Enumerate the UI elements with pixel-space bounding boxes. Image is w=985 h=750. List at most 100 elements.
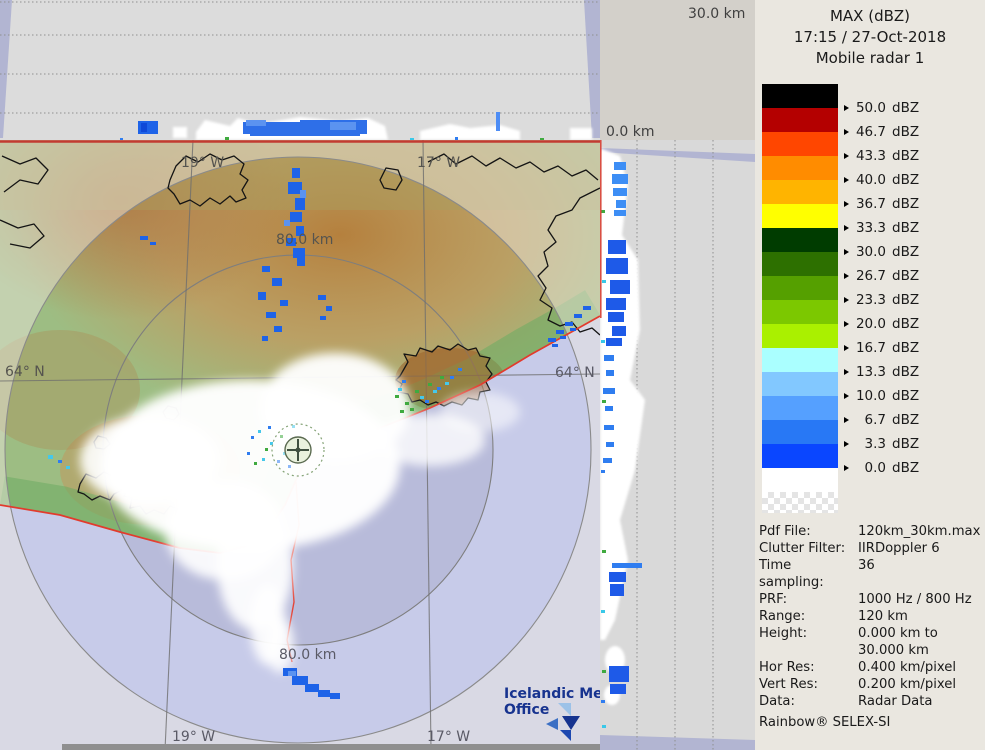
radar-map[interactable]: 19° W 17° W 80.0 km 64° N 64° N 80.0 km … bbox=[0, 140, 600, 750]
legend-swatch bbox=[762, 300, 838, 324]
software-name: Rainbow® SELEX-SI bbox=[759, 714, 981, 731]
info-row-label: PRF: bbox=[759, 591, 858, 608]
legend-swatch bbox=[762, 228, 838, 252]
legend-swatch bbox=[762, 444, 838, 468]
info-row: Time sampling:36 bbox=[759, 557, 981, 591]
info-row: Vert Res:0.200 km/pixel bbox=[759, 676, 981, 693]
map-bottom-bar bbox=[62, 744, 600, 750]
legend-label: 36.7dBZ bbox=[844, 196, 919, 212]
info-row-label: Clutter Filter: bbox=[759, 540, 858, 557]
top-profile-canvas bbox=[0, 0, 600, 140]
imo-logo: Icelandic Met Office bbox=[504, 686, 614, 742]
legend-label: 10.0dBZ bbox=[844, 388, 919, 404]
tick-arrow-icon bbox=[844, 177, 849, 183]
legend-label: 16.7dBZ bbox=[844, 340, 919, 356]
top-height-profile bbox=[0, 0, 600, 140]
product-datetime: 17:15 / 27-Oct-2018 bbox=[755, 27, 985, 48]
tick-arrow-icon bbox=[844, 417, 849, 423]
legend-label: 23.3dBZ bbox=[844, 292, 919, 308]
radar-site-marker bbox=[272, 424, 324, 476]
product-title: MAX (dBZ) bbox=[755, 6, 985, 27]
dbz-color-legend: 50.0dBZ46.7dBZ43.3dBZ40.0dBZ36.7dBZ33.3d… bbox=[762, 84, 978, 430]
legend-transparent-band bbox=[762, 492, 838, 513]
legend-label: 26.7dBZ bbox=[844, 268, 919, 284]
lon-label-top-east: 17° W bbox=[417, 155, 460, 171]
imo-logo-triangle bbox=[558, 703, 571, 716]
radar-display-window: 30.0 km 0.0 km bbox=[0, 0, 985, 750]
info-row-label: Height: bbox=[759, 625, 858, 659]
panel-title-block: MAX (dBZ) 17:15 / 27-Oct-2018 Mobile rad… bbox=[755, 6, 985, 69]
legend-swatch bbox=[762, 420, 838, 444]
tick-arrow-icon bbox=[844, 345, 849, 351]
info-row-value: 36 bbox=[858, 557, 981, 591]
legend-label: 3.3dBZ bbox=[844, 436, 919, 452]
legend-swatch bbox=[762, 276, 838, 300]
legend-label: 43.3dBZ bbox=[844, 148, 919, 164]
tick-arrow-icon bbox=[844, 369, 849, 375]
legend-swatch bbox=[762, 108, 838, 132]
range-ring-label-top: 80.0 km bbox=[276, 232, 333, 248]
legend-swatch bbox=[762, 156, 838, 180]
legend-label: 50.0dBZ bbox=[844, 100, 919, 116]
legend-label: 0.0dBZ bbox=[844, 460, 919, 476]
legend-swatch bbox=[762, 252, 838, 276]
tick-arrow-icon bbox=[844, 129, 849, 135]
info-row-label: Pdf File: bbox=[759, 523, 858, 540]
info-row-value: 120 km bbox=[858, 608, 981, 625]
info-row: PRF:1000 Hz / 800 Hz bbox=[759, 591, 981, 608]
tick-arrow-icon bbox=[844, 249, 849, 255]
info-row: Hor Res:0.400 km/pixel bbox=[759, 659, 981, 676]
info-row-value: 120km_30km.max bbox=[858, 523, 981, 540]
product-info-block: Pdf File:120km_30km.maxClutter Filter:II… bbox=[759, 523, 981, 731]
info-row-label: Range: bbox=[759, 608, 858, 625]
tick-arrow-icon bbox=[844, 297, 849, 303]
tick-arrow-icon bbox=[844, 153, 849, 159]
legend-label: 20.0dBZ bbox=[844, 316, 919, 332]
legend-swatch bbox=[762, 372, 838, 396]
info-row: Height:0.000 km to 30.000 km bbox=[759, 625, 981, 659]
tick-arrow-icon bbox=[844, 393, 849, 399]
info-row: Clutter Filter:IIRDoppler 6 bbox=[759, 540, 981, 557]
info-row-value: 0.000 km to 30.000 km bbox=[858, 625, 981, 659]
legend-swatch bbox=[762, 324, 838, 348]
profile-max-height-label: 30.0 km bbox=[688, 6, 745, 22]
info-row-value: IIRDoppler 6 bbox=[858, 540, 981, 557]
imo-logo-triangle bbox=[562, 716, 580, 730]
info-row-label: Hor Res: bbox=[759, 659, 858, 676]
imo-logo-triangle bbox=[560, 730, 571, 741]
lon-label-top-west: 19° W bbox=[181, 155, 224, 171]
legend-white-band bbox=[762, 468, 838, 492]
lat-label-left: 64° N bbox=[5, 364, 45, 380]
lon-label-bottom-west: 19° W bbox=[172, 729, 215, 745]
imo-logo-line1: Icelandic Met bbox=[504, 686, 614, 702]
legend-label: 33.3dBZ bbox=[844, 220, 919, 236]
info-row: Pdf File:120km_30km.max bbox=[759, 523, 981, 540]
legend-swatch bbox=[762, 84, 838, 108]
profile-min-height-label: 0.0 km bbox=[606, 124, 654, 140]
legend-label: 46.7dBZ bbox=[844, 124, 919, 140]
info-row-value: 0.200 km/pixel bbox=[858, 676, 981, 693]
tick-arrow-icon bbox=[844, 105, 849, 111]
profile-axis-corner: 30.0 km 0.0 km bbox=[600, 0, 755, 140]
info-row-label: Data: bbox=[759, 693, 858, 710]
tick-arrow-icon bbox=[844, 465, 849, 471]
tick-arrow-icon bbox=[844, 201, 849, 207]
info-row-value: 1000 Hz / 800 Hz bbox=[858, 591, 981, 608]
info-row-label: Vert Res: bbox=[759, 676, 858, 693]
lon-label-bottom-east: 17° W bbox=[427, 729, 470, 745]
legend-swatch bbox=[762, 204, 838, 228]
info-row-label: Time sampling: bbox=[759, 557, 858, 591]
tick-arrow-icon bbox=[844, 225, 849, 231]
info-row: Range:120 km bbox=[759, 608, 981, 625]
lat-label-right: 64° N bbox=[555, 365, 595, 381]
tick-arrow-icon bbox=[844, 273, 849, 279]
info-row-value: 0.400 km/pixel bbox=[858, 659, 981, 676]
tick-arrow-icon bbox=[844, 321, 849, 327]
legend-label: 6.7dBZ bbox=[844, 412, 919, 428]
legend-swatch bbox=[762, 348, 838, 372]
radar-name: Mobile radar 1 bbox=[755, 48, 985, 69]
legend-label: 30.0dBZ bbox=[844, 244, 919, 260]
range-ring-label-bottom: 80.0 km bbox=[279, 647, 336, 663]
info-row-value: Radar Data bbox=[858, 693, 981, 710]
legend-label: 13.3dBZ bbox=[844, 364, 919, 380]
